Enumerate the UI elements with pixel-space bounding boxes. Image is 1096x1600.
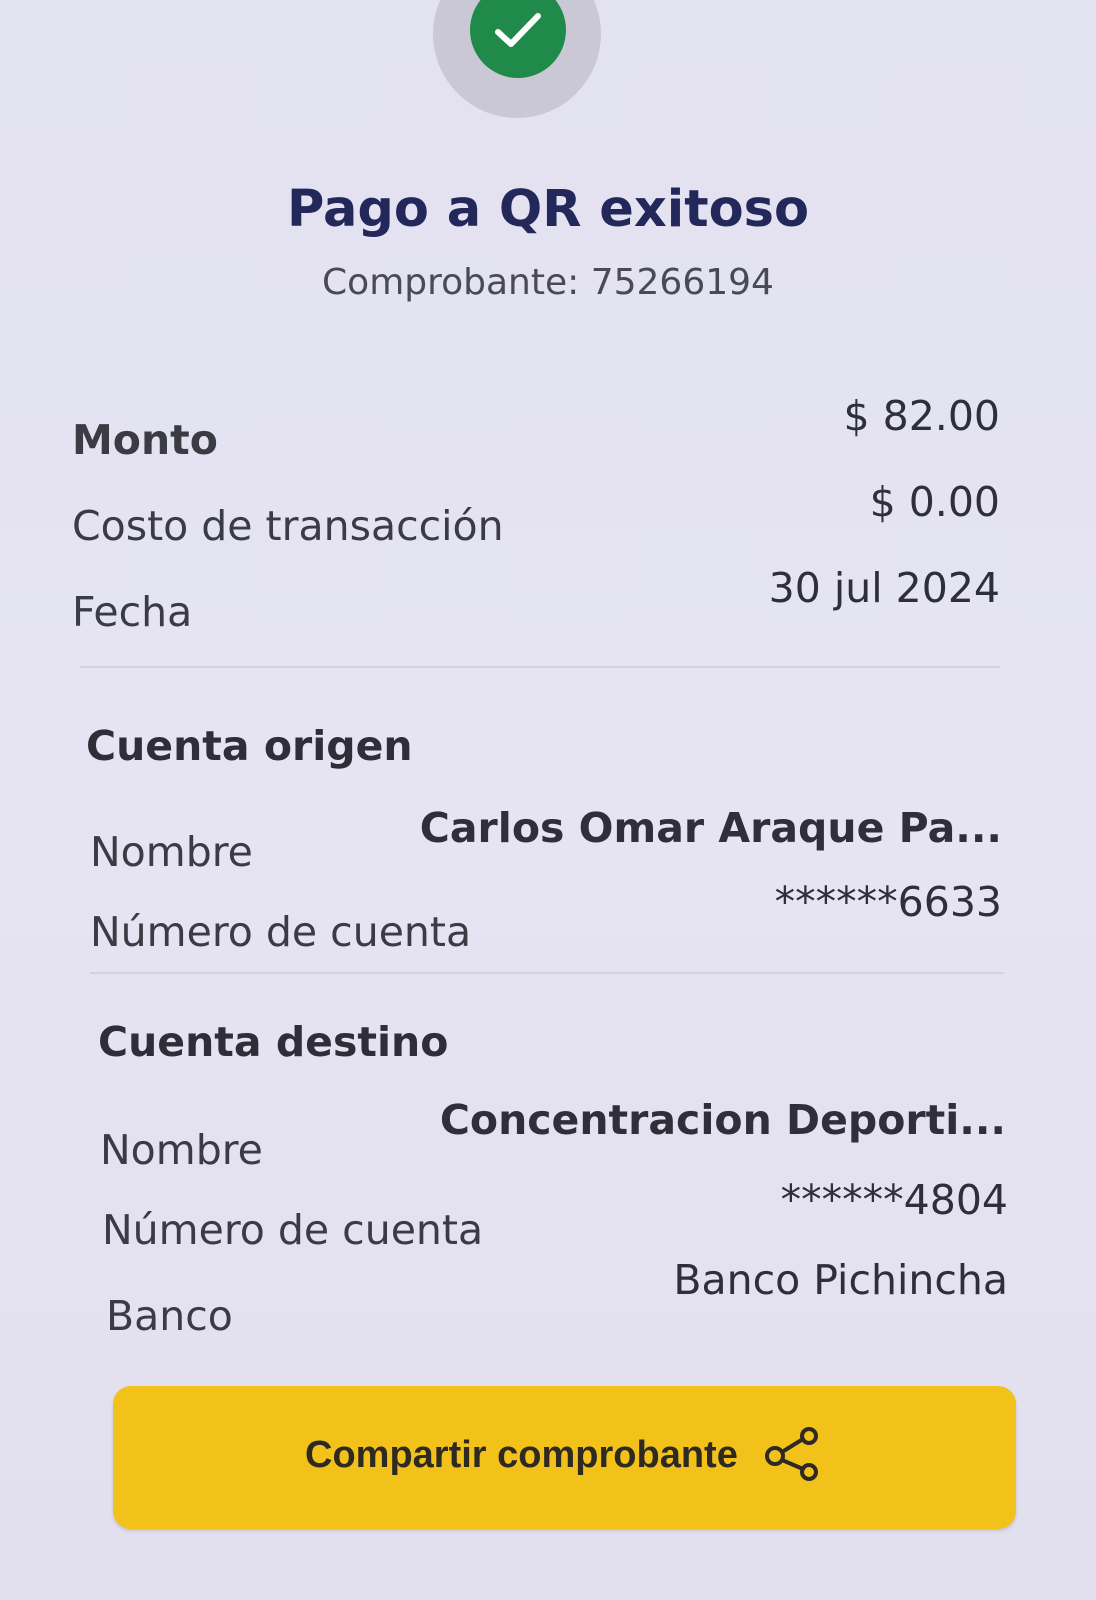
fee-label: Costo de transacción (72, 502, 504, 550)
share-receipt-button[interactable]: Compartir comprobante (113, 1386, 1016, 1529)
origin-account-value: ******6633 (774, 878, 1002, 926)
destination-bank-row: Banco Banco Pichincha (106, 1256, 1008, 1340)
page-title: Pago a QR exitoso (286, 180, 810, 239)
date-value: 30 jul 2024 (768, 564, 1000, 612)
destination-section-title: Cuenta destino (98, 1018, 449, 1066)
date-row: Fecha 30 jul 2024 (72, 564, 1000, 636)
destination-name-label: Nombre (100, 1126, 263, 1174)
share-icon (761, 1422, 825, 1489)
amount-value: $ 82.00 (843, 392, 1001, 440)
amount-label: Monto (72, 416, 218, 464)
origin-name-value: Carlos Omar Araque Pa... (419, 804, 1002, 852)
receipt-screen: Pago a QR exitoso Comprobante: 75266194 … (0, 0, 1096, 1600)
share-receipt-label: Compartir comprobante (305, 1434, 738, 1476)
origin-account-row: Número de cuenta ******6633 (90, 878, 1002, 956)
fee-value: $ 0.00 (869, 478, 1000, 526)
amount-row: Monto $ 82.00 (72, 392, 1000, 464)
destination-name-value: Concentracion Deporti... (439, 1096, 1006, 1144)
destination-bank-label: Banco (106, 1292, 233, 1340)
origin-account-label: Número de cuenta (90, 908, 472, 956)
date-label: Fecha (72, 588, 193, 636)
destination-name-row: Nombre Concentracion Deporti... (100, 1096, 1006, 1174)
receipt-number: Comprobante: 75266194 (322, 262, 774, 303)
destination-account-row: Número de cuenta ******4804 (102, 1176, 1008, 1254)
origin-name-row: Nombre Carlos Omar Araque Pa... (90, 804, 1002, 876)
destination-account-label: Número de cuenta (102, 1206, 484, 1254)
origin-section-title: Cuenta origen (86, 722, 413, 770)
divider (80, 666, 1000, 668)
destination-account-value: ******4804 (780, 1176, 1008, 1224)
fee-row: Costo de transacción $ 0.00 (72, 478, 1000, 550)
origin-name-label: Nombre (90, 828, 253, 876)
divider (90, 972, 1004, 974)
destination-bank-value: Banco Pichincha (673, 1256, 1008, 1304)
